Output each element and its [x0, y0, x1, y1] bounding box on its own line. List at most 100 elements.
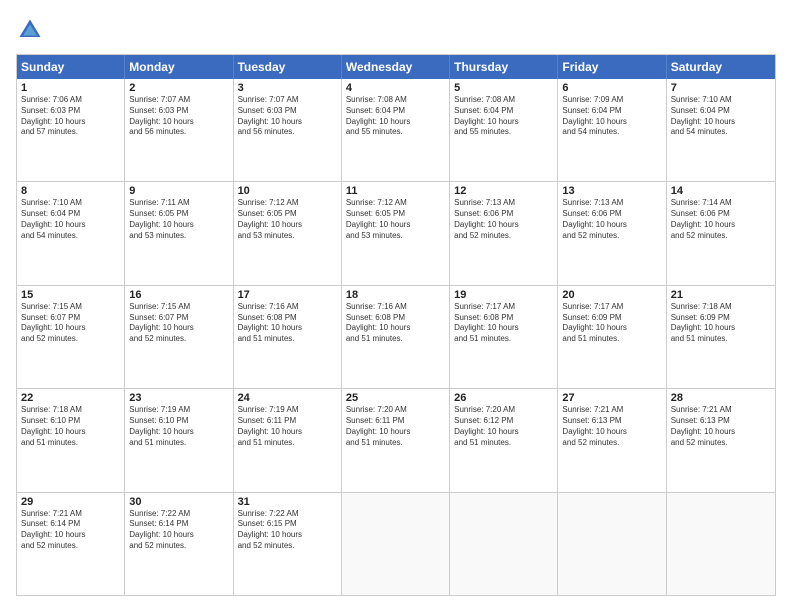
day-info: Sunrise: 7:21 AMSunset: 6:13 PMDaylight:… [671, 405, 771, 448]
header-day-saturday: Saturday [667, 55, 775, 79]
day-number: 19 [454, 289, 553, 301]
calendar: SundayMondayTuesdayWednesdayThursdayFrid… [16, 54, 776, 596]
calendar-cell-3-1: 23Sunrise: 7:19 AMSunset: 6:10 PMDayligh… [125, 389, 233, 491]
calendar-cell-3-3: 25Sunrise: 7:20 AMSunset: 6:11 PMDayligh… [342, 389, 450, 491]
header-day-sunday: Sunday [17, 55, 125, 79]
day-info: Sunrise: 7:13 AMSunset: 6:06 PMDaylight:… [454, 198, 553, 241]
calendar-cell-1-2: 10Sunrise: 7:12 AMSunset: 6:05 PMDayligh… [234, 182, 342, 284]
day-info: Sunrise: 7:14 AMSunset: 6:06 PMDaylight:… [671, 198, 771, 241]
day-number: 14 [671, 185, 771, 197]
header-day-thursday: Thursday [450, 55, 558, 79]
day-info: Sunrise: 7:19 AMSunset: 6:11 PMDaylight:… [238, 405, 337, 448]
calendar-cell-2-5: 20Sunrise: 7:17 AMSunset: 6:09 PMDayligh… [558, 286, 666, 388]
day-info: Sunrise: 7:22 AMSunset: 6:15 PMDaylight:… [238, 509, 337, 552]
calendar-cell-1-1: 9Sunrise: 7:11 AMSunset: 6:05 PMDaylight… [125, 182, 233, 284]
calendar-cell-2-2: 17Sunrise: 7:16 AMSunset: 6:08 PMDayligh… [234, 286, 342, 388]
day-number: 15 [21, 289, 120, 301]
day-info: Sunrise: 7:07 AMSunset: 6:03 PMDaylight:… [129, 95, 228, 138]
calendar-cell-3-6: 28Sunrise: 7:21 AMSunset: 6:13 PMDayligh… [667, 389, 775, 491]
day-info: Sunrise: 7:21 AMSunset: 6:14 PMDaylight:… [21, 509, 120, 552]
day-info: Sunrise: 7:09 AMSunset: 6:04 PMDaylight:… [562, 95, 661, 138]
day-number: 1 [21, 82, 120, 94]
calendar-cell-4-4 [450, 493, 558, 595]
day-info: Sunrise: 7:12 AMSunset: 6:05 PMDaylight:… [346, 198, 445, 241]
day-info: Sunrise: 7:17 AMSunset: 6:08 PMDaylight:… [454, 302, 553, 345]
day-number: 27 [562, 392, 661, 404]
calendar-cell-3-5: 27Sunrise: 7:21 AMSunset: 6:13 PMDayligh… [558, 389, 666, 491]
day-info: Sunrise: 7:18 AMSunset: 6:09 PMDaylight:… [671, 302, 771, 345]
day-number: 8 [21, 185, 120, 197]
calendar-cell-2-0: 15Sunrise: 7:15 AMSunset: 6:07 PMDayligh… [17, 286, 125, 388]
day-info: Sunrise: 7:20 AMSunset: 6:12 PMDaylight:… [454, 405, 553, 448]
header-day-monday: Monday [125, 55, 233, 79]
day-number: 16 [129, 289, 228, 301]
calendar-header: SundayMondayTuesdayWednesdayThursdayFrid… [17, 55, 775, 79]
day-info: Sunrise: 7:15 AMSunset: 6:07 PMDaylight:… [21, 302, 120, 345]
calendar-cell-2-3: 18Sunrise: 7:16 AMSunset: 6:08 PMDayligh… [342, 286, 450, 388]
day-number: 9 [129, 185, 228, 197]
day-number: 21 [671, 289, 771, 301]
calendar-cell-3-0: 22Sunrise: 7:18 AMSunset: 6:10 PMDayligh… [17, 389, 125, 491]
calendar-row-3: 22Sunrise: 7:18 AMSunset: 6:10 PMDayligh… [17, 388, 775, 491]
day-info: Sunrise: 7:15 AMSunset: 6:07 PMDaylight:… [129, 302, 228, 345]
day-info: Sunrise: 7:08 AMSunset: 6:04 PMDaylight:… [346, 95, 445, 138]
day-info: Sunrise: 7:19 AMSunset: 6:10 PMDaylight:… [129, 405, 228, 448]
day-number: 7 [671, 82, 771, 94]
calendar-cell-3-4: 26Sunrise: 7:20 AMSunset: 6:12 PMDayligh… [450, 389, 558, 491]
header-day-wednesday: Wednesday [342, 55, 450, 79]
day-info: Sunrise: 7:18 AMSunset: 6:10 PMDaylight:… [21, 405, 120, 448]
day-number: 24 [238, 392, 337, 404]
day-number: 25 [346, 392, 445, 404]
day-number: 17 [238, 289, 337, 301]
calendar-cell-2-6: 21Sunrise: 7:18 AMSunset: 6:09 PMDayligh… [667, 286, 775, 388]
calendar-cell-0-5: 6Sunrise: 7:09 AMSunset: 6:04 PMDaylight… [558, 79, 666, 181]
header-day-tuesday: Tuesday [234, 55, 342, 79]
page: SundayMondayTuesdayWednesdayThursdayFrid… [0, 0, 792, 612]
day-number: 26 [454, 392, 553, 404]
day-number: 22 [21, 392, 120, 404]
calendar-cell-4-6 [667, 493, 775, 595]
day-info: Sunrise: 7:22 AMSunset: 6:14 PMDaylight:… [129, 509, 228, 552]
day-number: 10 [238, 185, 337, 197]
calendar-cell-0-2: 3Sunrise: 7:07 AMSunset: 6:03 PMDaylight… [234, 79, 342, 181]
day-number: 11 [346, 185, 445, 197]
day-info: Sunrise: 7:13 AMSunset: 6:06 PMDaylight:… [562, 198, 661, 241]
day-number: 31 [238, 496, 337, 508]
day-number: 18 [346, 289, 445, 301]
calendar-cell-2-1: 16Sunrise: 7:15 AMSunset: 6:07 PMDayligh… [125, 286, 233, 388]
calendar-cell-0-0: 1Sunrise: 7:06 AMSunset: 6:03 PMDaylight… [17, 79, 125, 181]
day-number: 5 [454, 82, 553, 94]
calendar-cell-0-1: 2Sunrise: 7:07 AMSunset: 6:03 PMDaylight… [125, 79, 233, 181]
day-info: Sunrise: 7:07 AMSunset: 6:03 PMDaylight:… [238, 95, 337, 138]
day-number: 20 [562, 289, 661, 301]
calendar-cell-4-2: 31Sunrise: 7:22 AMSunset: 6:15 PMDayligh… [234, 493, 342, 595]
day-info: Sunrise: 7:17 AMSunset: 6:09 PMDaylight:… [562, 302, 661, 345]
day-number: 3 [238, 82, 337, 94]
day-number: 28 [671, 392, 771, 404]
calendar-row-2: 15Sunrise: 7:15 AMSunset: 6:07 PMDayligh… [17, 285, 775, 388]
day-info: Sunrise: 7:10 AMSunset: 6:04 PMDaylight:… [21, 198, 120, 241]
calendar-cell-3-2: 24Sunrise: 7:19 AMSunset: 6:11 PMDayligh… [234, 389, 342, 491]
logo [16, 16, 48, 44]
calendar-cell-1-3: 11Sunrise: 7:12 AMSunset: 6:05 PMDayligh… [342, 182, 450, 284]
calendar-cell-0-3: 4Sunrise: 7:08 AMSunset: 6:04 PMDaylight… [342, 79, 450, 181]
calendar-row-1: 8Sunrise: 7:10 AMSunset: 6:04 PMDaylight… [17, 181, 775, 284]
calendar-body: 1Sunrise: 7:06 AMSunset: 6:03 PMDaylight… [17, 79, 775, 595]
day-number: 2 [129, 82, 228, 94]
day-number: 4 [346, 82, 445, 94]
day-info: Sunrise: 7:10 AMSunset: 6:04 PMDaylight:… [671, 95, 771, 138]
day-number: 12 [454, 185, 553, 197]
logo-icon [16, 16, 44, 44]
day-info: Sunrise: 7:16 AMSunset: 6:08 PMDaylight:… [346, 302, 445, 345]
day-number: 30 [129, 496, 228, 508]
calendar-row-4: 29Sunrise: 7:21 AMSunset: 6:14 PMDayligh… [17, 492, 775, 595]
day-info: Sunrise: 7:11 AMSunset: 6:05 PMDaylight:… [129, 198, 228, 241]
day-number: 29 [21, 496, 120, 508]
calendar-cell-1-4: 12Sunrise: 7:13 AMSunset: 6:06 PMDayligh… [450, 182, 558, 284]
day-number: 13 [562, 185, 661, 197]
day-number: 23 [129, 392, 228, 404]
header [16, 16, 776, 44]
day-info: Sunrise: 7:12 AMSunset: 6:05 PMDaylight:… [238, 198, 337, 241]
calendar-cell-4-5 [558, 493, 666, 595]
calendar-cell-4-0: 29Sunrise: 7:21 AMSunset: 6:14 PMDayligh… [17, 493, 125, 595]
